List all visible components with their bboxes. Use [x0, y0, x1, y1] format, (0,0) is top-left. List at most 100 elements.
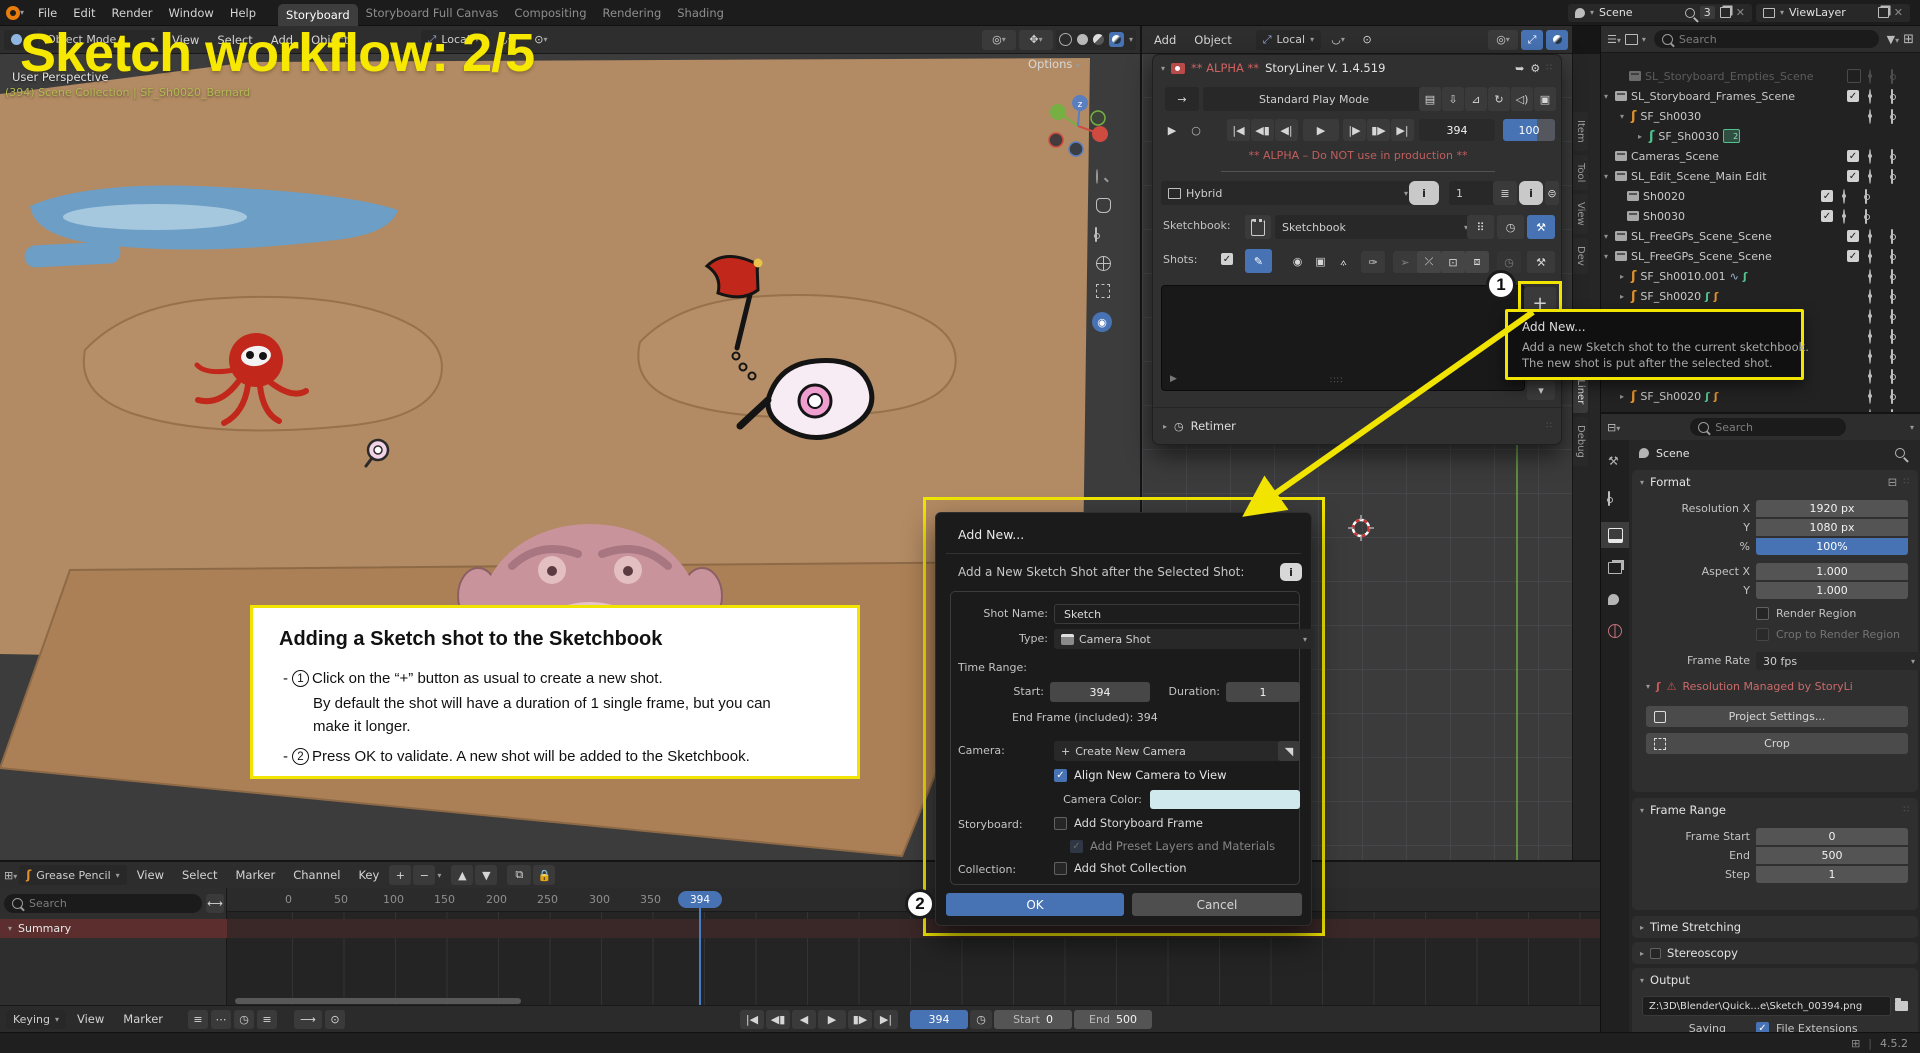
frame-rate-dropdown[interactable]: 30 fps▾: [1756, 652, 1920, 670]
tab-view[interactable]: View: [1573, 194, 1588, 234]
render-camera-icon[interactable]: [1891, 389, 1893, 404]
panel-title[interactable]: Output: [1650, 973, 1690, 987]
menu-object[interactable]: Object: [1186, 26, 1239, 53]
turntable-icon[interactable]: ↻: [1488, 87, 1510, 111]
shading-wireframe-icon[interactable]: [1059, 33, 1072, 46]
render-camera-icon[interactable]: [1891, 149, 1893, 164]
export-icon[interactable]: ⇩: [1442, 87, 1464, 111]
tab-item[interactable]: Item: [1573, 112, 1588, 151]
eye-select-icon[interactable]: ◉: [1287, 251, 1308, 272]
hide-eye-icon[interactable]: [1869, 229, 1871, 244]
frame-end-field[interactable]: 500: [1756, 847, 1908, 864]
jump-last-shot-button[interactable]: ▶|: [1391, 119, 1414, 141]
presets-icon[interactable]: ⊟: [1888, 475, 1898, 489]
add-keyframe-button[interactable]: +: [389, 865, 411, 885]
render-camera-icon[interactable]: [1891, 269, 1893, 284]
shading-rendered-icon[interactable]: [1109, 32, 1124, 47]
viewport-options-dropdown[interactable]: Options ▾: [1028, 57, 1080, 71]
outliner-row[interactable]: ▸ʃSF_Sh0020ʃʃ: [1601, 386, 1920, 406]
drag-grip-icon[interactable]: ∷: [1903, 805, 1910, 815]
transform-orientation-dropdown[interactable]: ⤢Local▾: [1256, 30, 1321, 50]
shading-solid-icon[interactable]: [1077, 34, 1088, 45]
exclude-checkbox[interactable]: ✓: [1847, 250, 1859, 262]
use-preview-range-icon[interactable]: ◷: [970, 1010, 992, 1029]
tab-output-icon[interactable]: [1601, 522, 1629, 548]
jump-to-end-button[interactable]: ▶|: [874, 1010, 898, 1029]
draw-pencil-icon[interactable]: ✎: [1245, 249, 1272, 273]
file-extensions-checkbox[interactable]: ✓: [1756, 1022, 1769, 1032]
menu-key[interactable]: Key: [350, 862, 387, 888]
camera-dropdown[interactable]: +Create New Camera▾: [1054, 741, 1290, 761]
panel-title[interactable]: Format: [1650, 475, 1691, 489]
keying-set-icon[interactable]: ≡: [188, 1010, 208, 1029]
cancel-button[interactable]: Cancel: [1132, 893, 1302, 916]
channel-search[interactable]: Search: [4, 894, 202, 913]
add-storyboard-frame-checkbox[interactable]: [1054, 817, 1067, 830]
filter-mode-icon[interactable]: ☰▾: [1607, 33, 1621, 46]
retimer-panel-header[interactable]: ▸◷ Retimer ∷: [1153, 413, 1563, 439]
render-camera-icon[interactable]: [1865, 189, 1867, 204]
drag-grip-icon[interactable]: ∷: [1903, 477, 1910, 487]
proportional-edit-icon[interactable]: ⊙: [1355, 30, 1379, 50]
hide-eye-icon[interactable]: [1869, 329, 1871, 344]
hide-eye-icon[interactable]: [1869, 89, 1871, 104]
editor-type-icon[interactable]: ⊞▾: [4, 869, 17, 882]
outliner-row[interactable]: Sh0030✓: [1601, 206, 1920, 226]
auto-key-icon[interactable]: ◷: [234, 1010, 254, 1029]
menu-view[interactable]: View: [69, 1006, 112, 1032]
camera-color-swatch[interactable]: [1150, 790, 1300, 809]
info-bubble-icon[interactable]: i: [1280, 563, 1302, 581]
blender-logo-icon[interactable]: ▾: [0, 6, 30, 20]
camera-eyedropper-icon[interactable]: ◥: [1278, 741, 1300, 761]
render-camera-icon[interactable]: [1891, 169, 1893, 184]
add-shot-collection-checkbox[interactable]: [1054, 862, 1067, 875]
dopesheet-mode-dropdown[interactable]: ʃGrease Pencil▾: [19, 865, 126, 885]
tab-rendering[interactable]: Rendering: [595, 0, 670, 25]
tab-tool[interactable]: Tool: [1573, 155, 1588, 190]
stats-icon[interactable]: ⊿: [1465, 87, 1487, 111]
xray-icon[interactable]: ⤢: [1521, 30, 1543, 50]
play-mode-dropdown[interactable]: Standard Play Mode: [1203, 87, 1425, 111]
jump-first-shot-button[interactable]: |◀: [1227, 119, 1250, 141]
resolution-x-field[interactable]: 1920 px: [1756, 500, 1908, 517]
shot-list-dropdown-button[interactable]: ▾: [1527, 381, 1555, 400]
outliner-row[interactable]: ▾ʃSF_Sh0030: [1601, 106, 1920, 126]
panel-title[interactable]: Frame Range: [1650, 803, 1726, 817]
next-frame-button[interactable]: |▶: [1343, 119, 1366, 141]
render-camera-icon[interactable]: [1891, 369, 1893, 384]
hide-eye-icon[interactable]: [1869, 269, 1871, 284]
frame-start-field[interactable]: Start0: [994, 1010, 1072, 1029]
play-button[interactable]: ▶: [818, 1010, 846, 1029]
storyliner-overlay-toggle-icon[interactable]: ◉: [1092, 312, 1112, 332]
hide-eye-icon[interactable]: [1869, 389, 1871, 404]
frame-end-field[interactable]: End500: [1074, 1010, 1152, 1029]
shot-list[interactable]: ▶ ∷∷: [1161, 285, 1525, 391]
render-camera-icon[interactable]: [1891, 309, 1893, 324]
exclude-checkbox[interactable]: ✓: [1847, 90, 1859, 102]
viewport-camera-view-icon[interactable]: [1095, 228, 1097, 241]
collapse-icon[interactable]: ▾: [1161, 64, 1165, 73]
prev-keyframe-button[interactable]: ◀▮: [766, 1010, 790, 1029]
folder-icon[interactable]: [1895, 1001, 1908, 1011]
editor-type-icon[interactable]: ⊟▾: [1607, 421, 1620, 434]
crop-button[interactable]: Crop: [1646, 733, 1908, 754]
hide-eye-icon[interactable]: [1869, 169, 1871, 184]
outliner-row[interactable]: ▾SL_FreeGPs_Scene_Scene✓: [1601, 246, 1920, 266]
filter-icon[interactable]: ▼▾: [1887, 33, 1899, 46]
show-overlays-icon[interactable]: ◎▾: [982, 30, 1016, 50]
render-camera-icon[interactable]: [1891, 69, 1893, 84]
outliner-row[interactable]: SL_Storyboard_Empties_Scene: [1601, 66, 1920, 86]
viewport-ortho-grid-icon[interactable]: [1096, 256, 1111, 271]
resolution-y-field[interactable]: 1080 px: [1756, 519, 1908, 536]
hybrid-dropdown[interactable]: Hybrid▾: [1161, 181, 1415, 205]
eyedropper-icon[interactable]: ✑: [1361, 251, 1385, 273]
copy-icon[interactable]: [1720, 7, 1731, 18]
hide-eye-icon[interactable]: [1869, 369, 1871, 384]
shots-tools-icon[interactable]: ⚒: [1527, 251, 1555, 273]
cursor-select-icon[interactable]: ➢: [1393, 251, 1417, 273]
outliner-row[interactable]: ▾SL_Storyboard_Frames_Scene✓: [1601, 86, 1920, 106]
close-icon[interactable]: ✕: [1736, 6, 1745, 19]
shading-rendered-icon[interactable]: [1546, 30, 1568, 50]
scene-selector[interactable]: ▾ Scene 3 ✕: [1568, 4, 1752, 22]
render-camera-icon[interactable]: [1891, 349, 1893, 364]
